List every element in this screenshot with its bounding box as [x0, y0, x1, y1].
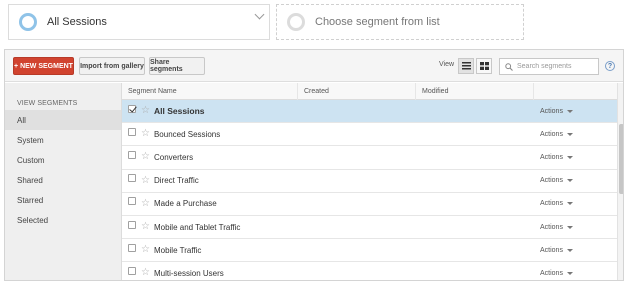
row-checkbox[interactable]	[128, 104, 136, 113]
segment-name[interactable]: All Sessions	[154, 106, 205, 116]
active-segment-card[interactable]: All Sessions	[8, 4, 270, 40]
search-icon	[505, 62, 513, 71]
list-view-icon	[461, 62, 471, 70]
star-outline-icon[interactable]: ☆	[141, 106, 150, 116]
table-row[interactable]: ☆ All Sessions Actions	[122, 100, 617, 124]
row-checkbox[interactable]	[128, 197, 136, 206]
caret-down-icon	[566, 248, 573, 252]
row-checkbox[interactable]	[128, 266, 136, 275]
actions-menu[interactable]: Actions	[534, 270, 617, 277]
empty-segment-circle-icon	[287, 13, 305, 31]
active-segment-label: All Sessions	[47, 16, 107, 28]
grid-view-icon	[479, 62, 489, 70]
segment-name[interactable]: Bounced Sessions	[154, 130, 220, 139]
actions-menu[interactable]: Actions	[534, 247, 617, 254]
view-label: View	[439, 61, 455, 68]
caret-down-icon	[566, 225, 573, 229]
star-outline-icon[interactable]: ☆	[141, 268, 150, 278]
segment-name[interactable]: Direct Traffic	[154, 176, 199, 185]
actions-menu[interactable]: Actions	[534, 154, 617, 161]
list-view-button[interactable]	[458, 58, 474, 74]
sidebar-item-starred[interactable]: Starred	[5, 190, 121, 210]
empty-segment-slot[interactable]: Choose segment from list	[276, 4, 524, 40]
column-header-created[interactable]: Created	[298, 83, 416, 100]
segment-selector-bar: All Sessions Choose segment from list	[8, 4, 616, 40]
table-row[interactable]: ☆ Converters Actions	[122, 146, 617, 170]
table-row[interactable]: ☆ Made a Purchase Actions	[122, 193, 617, 216]
sidebar-item-custom[interactable]: Custom	[5, 150, 121, 170]
sidebar-item-selected[interactable]: Selected	[5, 210, 121, 230]
import-from-gallery-button[interactable]: Import from gallery	[79, 57, 145, 75]
star-outline-icon[interactable]: ☆	[141, 222, 150, 232]
segment-circle-icon	[19, 13, 37, 31]
caret-down-icon	[566, 179, 573, 183]
actions-label: Actions	[540, 177, 563, 185]
sidebar-heading: VIEW SEGMENTS	[17, 100, 78, 107]
actions-label: Actions	[540, 107, 563, 115]
segment-name[interactable]: Made a Purchase	[154, 199, 217, 208]
sidebar-item-shared[interactable]: Shared	[5, 170, 121, 190]
star-outline-icon[interactable]: ☆	[141, 152, 150, 162]
table-row[interactable]: ☆ Direct Traffic Actions	[122, 170, 617, 193]
star-outline-icon[interactable]: ☆	[141, 175, 150, 186]
table-header: Segment Name Created Modified	[122, 83, 617, 100]
star-outline-icon[interactable]: ☆	[141, 245, 150, 255]
empty-segment-label: Choose segment from list	[315, 16, 440, 28]
column-header-actions	[534, 83, 617, 100]
actions-label: Actions	[540, 200, 563, 208]
row-checkbox[interactable]	[128, 174, 136, 183]
segments-table: Segment Name Created Modified ☆ All Sess…	[122, 83, 617, 280]
actions-label: Actions	[540, 269, 563, 277]
segment-name[interactable]: Multi-session Users	[154, 269, 224, 278]
caret-down-icon	[566, 132, 573, 136]
actions-label: Actions	[540, 223, 563, 231]
scrollbar-thumb[interactable]	[619, 124, 623, 194]
caret-down-icon	[566, 109, 573, 113]
caret-down-icon	[566, 271, 573, 275]
segment-panel: + NEW SEGMENT Import from gallery Share …	[4, 49, 624, 281]
chevron-down-icon[interactable]	[254, 9, 265, 20]
sidebar-item-system[interactable]: System	[5, 130, 121, 150]
scrollbar[interactable]	[617, 83, 623, 280]
sidebar-item-all[interactable]: All	[5, 110, 121, 130]
actions-label: Actions	[540, 130, 563, 138]
segment-name[interactable]: Mobile Traffic	[154, 246, 201, 255]
segment-name[interactable]: Converters	[154, 153, 193, 162]
actions-label: Actions	[540, 153, 563, 161]
actions-label: Actions	[540, 246, 563, 254]
table-row[interactable]: ☆ Mobile and Tablet Traffic Actions	[122, 216, 617, 240]
grid-view-button[interactable]	[476, 58, 492, 74]
actions-menu[interactable]: Actions	[534, 200, 617, 207]
share-segments-button[interactable]: Share segments	[149, 57, 205, 75]
star-outline-icon[interactable]: ☆	[141, 129, 150, 139]
help-icon[interactable]: ?	[605, 61, 615, 71]
star-outline-icon[interactable]: ☆	[141, 198, 150, 209]
table-row[interactable]: ☆ Mobile Traffic Actions	[122, 239, 617, 263]
table-row[interactable]: ☆ Multi-session Users Actions	[122, 262, 617, 280]
column-header-segment-name[interactable]: Segment Name	[122, 83, 298, 100]
segment-name[interactable]: Mobile and Tablet Traffic	[154, 223, 240, 232]
panel-toolbar: + NEW SEGMENT Import from gallery Share …	[5, 50, 623, 82]
table-row[interactable]: ☆ Bounced Sessions Actions	[122, 123, 617, 147]
column-header-modified[interactable]: Modified	[416, 83, 534, 100]
new-segment-button[interactable]: + NEW SEGMENT	[13, 57, 74, 75]
actions-menu[interactable]: Actions	[534, 108, 617, 115]
caret-down-icon	[566, 155, 573, 159]
view-segments-sidebar: VIEW SEGMENTS All System Custom Shared S…	[5, 83, 122, 280]
search-input[interactable]	[517, 63, 597, 70]
search-box	[499, 58, 599, 75]
caret-down-icon	[566, 202, 573, 206]
row-checkbox[interactable]	[128, 220, 136, 229]
row-checkbox[interactable]	[128, 243, 136, 252]
actions-menu[interactable]: Actions	[534, 224, 617, 231]
row-checkbox[interactable]	[128, 150, 136, 159]
row-checkbox[interactable]	[128, 127, 136, 136]
actions-menu[interactable]: Actions	[534, 131, 617, 138]
actions-menu[interactable]: Actions	[534, 177, 617, 184]
